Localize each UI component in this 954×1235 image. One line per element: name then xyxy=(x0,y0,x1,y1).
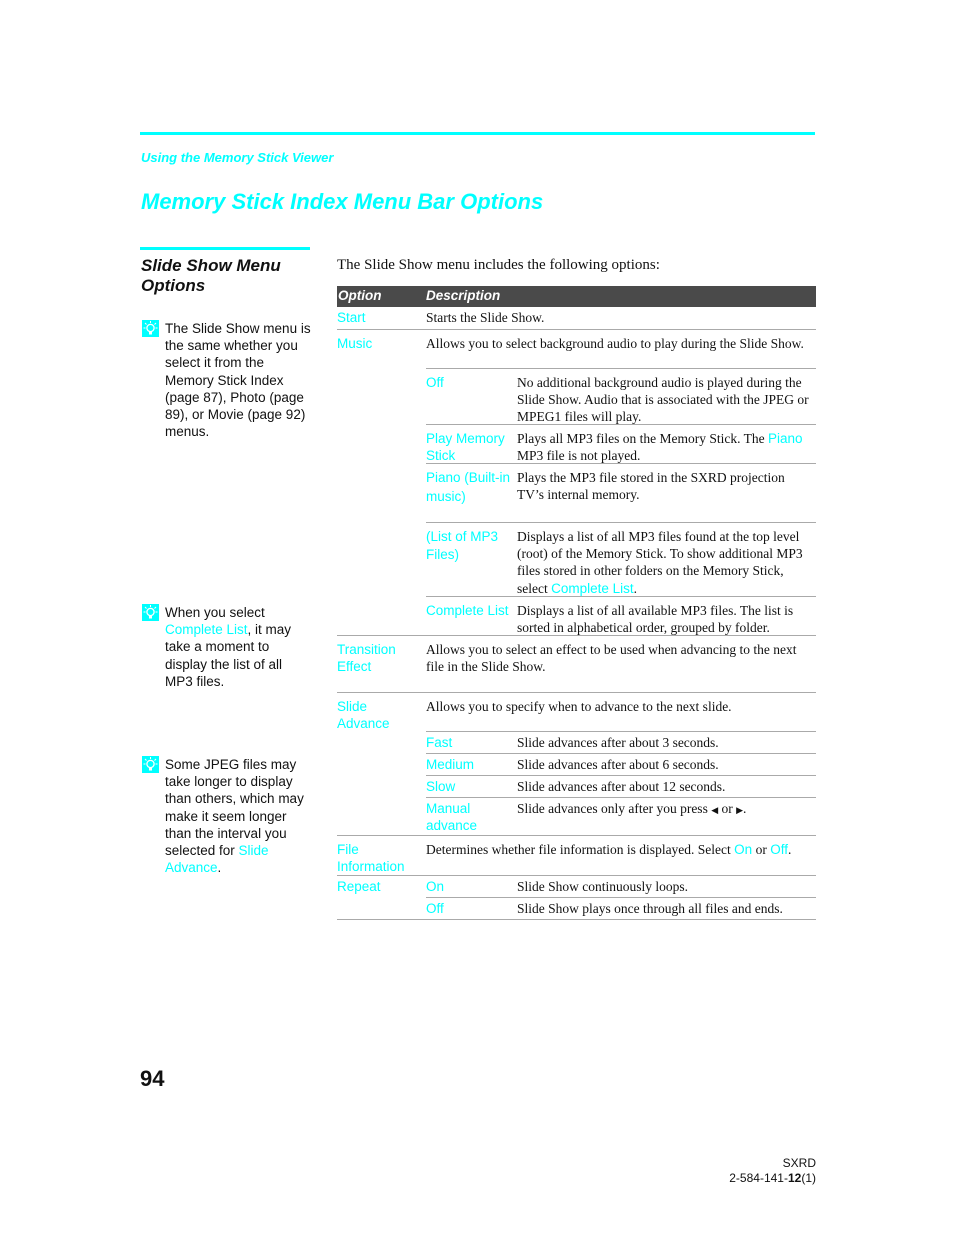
model-name: SXRD xyxy=(782,1156,816,1170)
option-play-memory-stick[interactable]: Play Memory Stick xyxy=(426,430,514,464)
link-complete-list[interactable]: Complete List xyxy=(551,581,634,596)
page-number: 94 xyxy=(140,1066,165,1091)
option-manual-advance[interactable]: Manual advance xyxy=(426,800,514,834)
options-table: Option Description Start Starts the Slid… xyxy=(337,286,816,920)
description: Determines whether file information is d… xyxy=(426,842,792,857)
option-medium[interactable]: Medium xyxy=(426,756,514,773)
link-on[interactable]: On xyxy=(734,842,752,857)
description: Slide Show plays once through all files … xyxy=(517,901,783,916)
footer-code: SXRD 2-584-141-12(1) xyxy=(729,1156,816,1186)
sub-row-list-of-mp3: (List of MP3 Files) Displays a list of a… xyxy=(426,522,816,596)
option-list-of-mp3-files[interactable]: (List of MP3 Files) xyxy=(426,528,514,564)
tip-3: Some JPEG files may take longer to displ… xyxy=(142,756,312,876)
description: Allows you to specify when to advance to… xyxy=(426,699,732,714)
side-rule xyxy=(140,247,310,250)
option-piano[interactable]: Piano (Built-in music) xyxy=(426,469,514,506)
option-off[interactable]: Off xyxy=(426,900,514,917)
intro-text: The Slide Show menu includes the followi… xyxy=(337,257,660,273)
description: Slide advances after about 3 seconds. xyxy=(517,735,719,750)
tip-text: When you select Complete List, it may ta… xyxy=(165,605,292,689)
table-row-repeat: Repeat On Slide Show continuously loops.… xyxy=(337,876,816,920)
table-row-start: Start Starts the Slide Show. xyxy=(337,307,816,330)
description: Plays the MP3 file stored in the SXRD pr… xyxy=(517,470,785,503)
description: No additional background audio is played… xyxy=(517,375,809,425)
table-row-slide-advance: Slide Advance Allows you to specify when… xyxy=(337,693,816,836)
option-file-information[interactable]: File Information xyxy=(337,841,419,875)
description: Slide advances only after you press ◀ or… xyxy=(517,801,747,816)
sub-row-play-memory-stick: Play Memory Stick Plays all MP3 files on… xyxy=(426,424,816,463)
sub-row-slow: Slow Slide advances after about 12 secon… xyxy=(426,775,816,797)
part-number: 2-584-141-12(1) xyxy=(729,1171,816,1185)
description: Plays all MP3 files on the Memory Stick.… xyxy=(517,431,803,464)
header-description: Description xyxy=(426,288,501,303)
description: Slide advances after about 12 seconds. xyxy=(517,779,726,794)
header-option: Option xyxy=(338,288,382,303)
tip-2: When you select Complete List, it may ta… xyxy=(142,604,312,690)
sub-row-complete-list: Complete List Displays a list of all ava… xyxy=(426,596,816,636)
option-fast[interactable]: Fast xyxy=(426,734,514,751)
option-slow[interactable]: Slow xyxy=(426,778,514,795)
description: Allows you to select an effect to be use… xyxy=(426,642,797,675)
option-transition-effect[interactable]: Transition Effect xyxy=(337,641,419,675)
description: Allows you to select background audio to… xyxy=(426,336,804,351)
table-row-file-information: File Information Determines whether file… xyxy=(337,836,816,876)
option-on[interactable]: On xyxy=(426,878,514,895)
description: Displays a list of all available MP3 fil… xyxy=(517,603,794,636)
option-off[interactable]: Off xyxy=(426,374,514,391)
section-heading-line1: Slide Show Menu xyxy=(141,256,281,275)
sub-row-manual-advance: Manual advance Slide advances only after… xyxy=(426,797,816,836)
link-off[interactable]: Off xyxy=(770,842,788,857)
table-row-transition-effect: Transition Effect Allows you to select a… xyxy=(337,636,816,693)
table-header: Option Description xyxy=(337,286,816,307)
option-complete-list[interactable]: Complete List xyxy=(426,602,514,619)
section-heading-line2: Options xyxy=(141,276,206,295)
option-repeat[interactable]: Repeat xyxy=(337,878,419,895)
sub-row-on: On Slide Show continuously loops. xyxy=(426,876,816,897)
tip-text: The Slide Show menu is the same whether … xyxy=(165,321,311,440)
description: Displays a list of all MP3 files found a… xyxy=(517,529,803,596)
running-head: Using the Memory Stick Viewer xyxy=(141,150,334,165)
description: Slide Show continuously loops. xyxy=(517,879,689,894)
page-title: Memory Stick Index Menu Bar Options xyxy=(141,189,544,214)
sub-row-fast: Fast Slide advances after about 3 second… xyxy=(426,731,816,753)
link-complete-list[interactable]: Complete List xyxy=(165,622,248,637)
sub-row-off: Off No additional background audio is pl… xyxy=(426,368,816,424)
link-piano[interactable]: Piano xyxy=(768,431,803,446)
option-start[interactable]: Start xyxy=(337,309,419,326)
description: Slide advances after about 6 seconds. xyxy=(517,757,719,772)
top-rule xyxy=(140,132,815,135)
option-slide-advance[interactable]: Slide Advance xyxy=(337,698,419,732)
sub-row-medium: Medium Slide advances after about 6 seco… xyxy=(426,753,816,775)
sub-row-off: Off Slide Show plays once through all fi… xyxy=(426,897,816,919)
sub-row-piano: Piano (Built-in music) Plays the MP3 fil… xyxy=(426,463,816,522)
option-music[interactable]: Music xyxy=(337,335,419,352)
tip-1: The Slide Show menu is the same whether … xyxy=(142,320,312,440)
tip-text: Some JPEG files may take longer to displ… xyxy=(165,757,304,876)
section-heading: Slide Show Menu Options xyxy=(141,256,311,296)
right-arrow-icon: ▶ xyxy=(736,805,744,815)
lightbulb-icon xyxy=(142,756,159,773)
lightbulb-icon xyxy=(142,604,159,621)
lightbulb-icon xyxy=(142,320,159,337)
description: Starts the Slide Show. xyxy=(426,310,545,325)
table-row-music: Music Allows you to select background au… xyxy=(337,330,816,636)
